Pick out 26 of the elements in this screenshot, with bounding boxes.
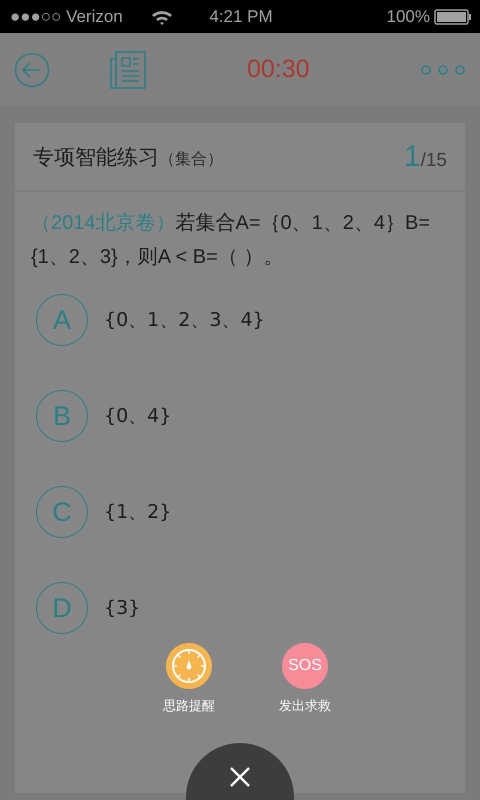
action-label: 发出求救 [279, 698, 331, 715]
status-time: 4:21 PM [209, 6, 273, 26]
close-icon [230, 767, 250, 787]
option-letter-button[interactable]: C [36, 486, 88, 538]
more-icon[interactable] [420, 64, 466, 76]
carrier-label: ●●●○○ Verizon [10, 6, 123, 26]
wifi-icon [150, 8, 173, 24]
option-text: {1、2} [104, 500, 172, 525]
option-text: {0、1、2、3、4} [104, 308, 265, 333]
option-letter-button[interactable]: B [36, 390, 88, 442]
countdown-timer: 00:30 [246, 55, 310, 84]
action-label: 思路提醒 [163, 698, 215, 715]
card-title: 专项智能练习 [33, 144, 159, 170]
newspaper-icon[interactable] [110, 50, 146, 88]
total-count: /15 [420, 150, 447, 172]
gauge-icon[interactable] [166, 643, 212, 689]
battery-percent: 100% [386, 6, 430, 26]
option-letter-button[interactable]: A [36, 294, 88, 346]
battery-icon [434, 8, 472, 24]
option-text: {0、4} [104, 404, 172, 429]
current-number: 1 [404, 140, 421, 174]
card-subtitle: （集合） [159, 148, 223, 170]
option-text: {3} [104, 597, 140, 619]
option-letter-button[interactable]: D [36, 582, 88, 634]
question-text: （2014北京卷）若集合A=｛0、1、2、4｝B={1、2、3}，则A < B=（ ）。 [31, 211, 432, 270]
back-icon[interactable] [14, 52, 50, 88]
